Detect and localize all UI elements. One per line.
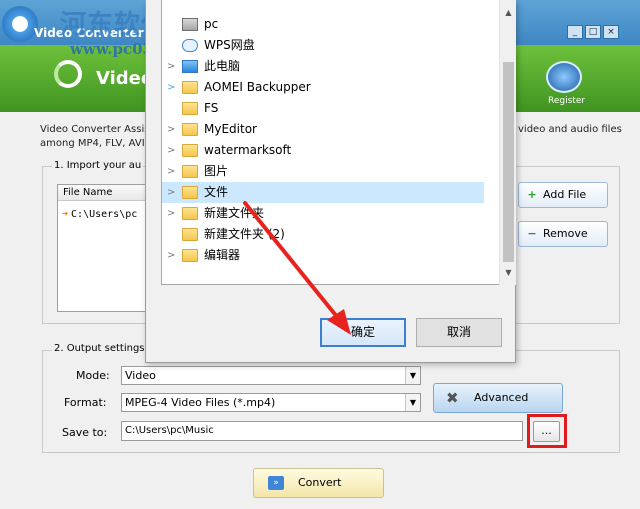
- chevron-right-icon[interactable]: >: [167, 77, 177, 98]
- arrow-right-icon: ➜: [62, 209, 69, 220]
- folder-name: 新建文件夹 (2): [204, 227, 285, 241]
- save-to-field[interactable]: C:\Users\pc\Music: [121, 421, 523, 441]
- cloud-icon: [182, 39, 198, 52]
- file-row[interactable]: ➜ C:\Users\pc: [62, 209, 137, 220]
- scroll-up-icon[interactable]: ▲: [500, 8, 517, 17]
- convert-icon: »: [268, 476, 284, 490]
- folder-icon: [182, 144, 198, 157]
- folder-tree-item[interactable]: WPS网盘: [162, 35, 484, 56]
- browse-button[interactable]: ...: [533, 421, 560, 442]
- chevron-right-icon[interactable]: >: [167, 203, 177, 224]
- folder-name: AOMEI Backupper: [204, 80, 311, 94]
- folder-tree-item[interactable]: > MyEditor: [162, 119, 484, 140]
- folder-icon: [182, 228, 198, 241]
- format-value: MPEG-4 Video Files (*.mp4): [125, 396, 276, 409]
- folder-name: pc: [204, 17, 219, 31]
- chevron-right-icon[interactable]: >: [167, 140, 177, 161]
- folder-name: 新建文件夹: [204, 206, 265, 220]
- scroll-thumb[interactable]: [503, 62, 514, 262]
- description-right: video and audio files: [518, 124, 622, 135]
- mode-select[interactable]: Video ▼: [121, 366, 421, 385]
- advanced-button[interactable]: ✖ Advanced: [433, 383, 563, 413]
- format-select[interactable]: MPEG-4 Video Files (*.mp4) ▼: [121, 393, 421, 412]
- chevron-right-icon[interactable]: >: [167, 119, 177, 140]
- close-button[interactable]: ×: [603, 25, 619, 39]
- drive-icon: [182, 18, 198, 31]
- folder-tree-item[interactable]: > 新建文件夹: [162, 203, 484, 224]
- minimize-button[interactable]: _: [567, 25, 583, 39]
- convert-button[interactable]: » Convert: [253, 468, 384, 498]
- folder-icon: [182, 165, 198, 178]
- remove-icon: −: [527, 227, 537, 240]
- tree-scrollbar[interactable]: ▲ ▼: [499, 0, 516, 285]
- folder-tree-item[interactable]: > 编辑器: [162, 245, 484, 266]
- format-label: Format:: [64, 396, 107, 409]
- folder-tree-item[interactable]: > watermarksoft: [162, 140, 484, 161]
- chevron-right-icon[interactable]: >: [167, 245, 177, 266]
- advanced-label: Advanced: [474, 391, 529, 404]
- watermark-logo-icon: [2, 6, 38, 42]
- folder-icon: [182, 123, 198, 136]
- mode-value: Video: [125, 369, 156, 382]
- add-file-button[interactable]: + Add File: [518, 182, 608, 208]
- mode-label: Mode:: [76, 369, 110, 382]
- folder-tree-item[interactable]: pc: [162, 14, 484, 35]
- folder-tree-item[interactable]: FS: [162, 98, 484, 119]
- chevron-right-icon[interactable]: >: [167, 56, 177, 77]
- folder-icon: [182, 249, 198, 262]
- browse-folder-dialog: pc WPS网盘 > 此电脑 > AOMEI Backupper FS > MyEditor > w…: [145, 0, 516, 363]
- description-line-2: among MP4, FLV, AVI: [40, 138, 145, 149]
- chevron-right-icon[interactable]: >: [167, 161, 177, 182]
- folder-name: 此电脑: [204, 59, 241, 73]
- folder-tree-item[interactable]: > 此电脑: [162, 56, 484, 77]
- folder-name: 图片: [204, 164, 229, 178]
- folder-tree-item[interactable]: > AOMEI Backupper: [162, 77, 484, 98]
- save-to-label: Save to:: [62, 426, 108, 439]
- folder-icon: [182, 186, 198, 199]
- folder-name: WPS网盘: [204, 38, 255, 52]
- folder-tree-item[interactable]: 新建文件夹 (2): [162, 224, 484, 245]
- folder-icon: [182, 102, 198, 115]
- chevron-down-icon[interactable]: ▼: [405, 394, 420, 411]
- cancel-button[interactable]: 取消: [416, 318, 502, 347]
- key-icon[interactable]: [546, 61, 582, 93]
- folder-tree[interactable]: pc WPS网盘 > 此电脑 > AOMEI Backupper FS > MyEditor > w…: [161, 0, 516, 285]
- chevron-right-icon[interactable]: >: [167, 182, 177, 203]
- refresh-icon: [54, 60, 82, 88]
- import-group-label: 1. Import your au: [52, 160, 144, 171]
- remove-button[interactable]: − Remove: [518, 221, 608, 247]
- folder-name: 文件: [204, 185, 229, 199]
- scroll-down-icon[interactable]: ▼: [500, 268, 517, 277]
- maximize-button[interactable]: □: [585, 25, 601, 39]
- folder-name: watermarksoft: [204, 143, 292, 157]
- folder-tree-item[interactable]: > 图片: [162, 161, 484, 182]
- description-line-1: Video Converter Assis: [40, 124, 150, 135]
- folder-name: FS: [204, 101, 219, 115]
- file-path: C:\Users\pc: [71, 209, 138, 220]
- folder-tree-item[interactable]: > 文件: [162, 182, 484, 203]
- folder-icon: [182, 207, 198, 220]
- folder-name: MyEditor: [204, 122, 257, 136]
- convert-label: Convert: [298, 476, 342, 489]
- register-button[interactable]: Register: [548, 96, 585, 106]
- tools-icon: ✖: [446, 389, 459, 407]
- add-file-label: Add File: [543, 188, 587, 201]
- output-group-label: 2. Output settings: [52, 343, 147, 354]
- add-icon: +: [527, 188, 537, 201]
- chevron-down-icon[interactable]: ▼: [405, 367, 420, 384]
- computer-icon: [182, 60, 198, 73]
- folder-icon: [182, 81, 198, 94]
- ok-button[interactable]: 确定: [320, 318, 406, 347]
- folder-name: 编辑器: [204, 248, 241, 262]
- remove-label: Remove: [543, 227, 588, 240]
